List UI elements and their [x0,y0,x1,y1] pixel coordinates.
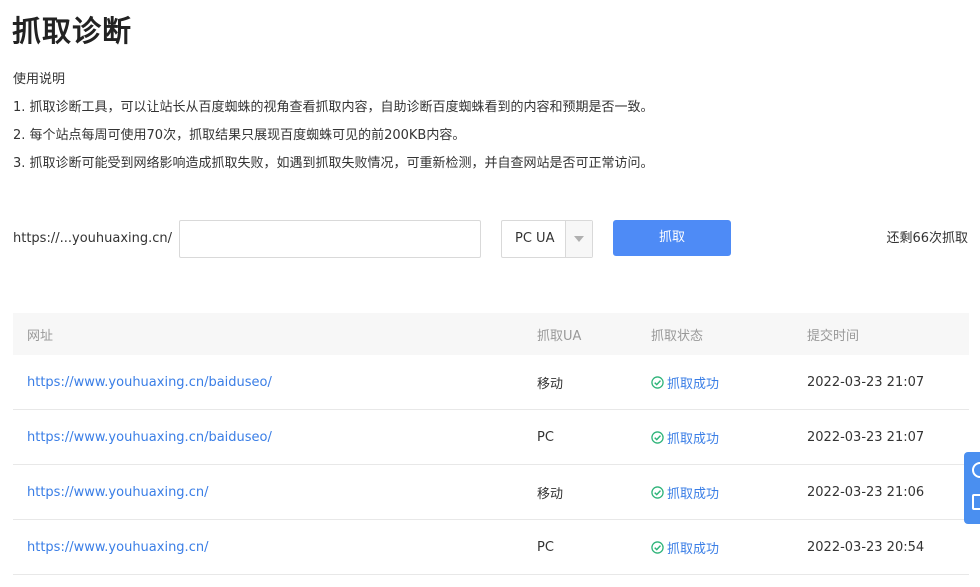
ua-select-value: PC UA [515,231,555,246]
remaining-count: 还剩66次抓取 [886,231,968,246]
url-path-input[interactable] [179,220,481,258]
row-status-text: 抓取成功 [667,486,720,502]
table-row: https://www.youhuaxing.cn/baiduseo/ PC 抓… [13,410,969,465]
fetch-diagnosis-page: 抓取诊断 使用说明 1. 抓取诊断工具，可以让站长从百度蜘蛛的视角查看抓取内容，… [0,0,980,587]
table-row: https://www.youhuaxing.cn/ 移动 抓取成功 2022-… [13,465,969,520]
ua-select[interactable]: PC UA [501,220,593,258]
info-icon[interactable] [972,462,980,478]
row-url-link[interactable]: https://www.youhuaxing.cn/ [27,520,208,574]
instructions-heading: 使用说明 [13,72,66,87]
column-header-ua: 抓取UA [537,328,582,344]
chevron-down-icon[interactable] [565,221,592,257]
row-time: 2022-03-23 21:06 [807,484,925,500]
floating-side-widget[interactable] [964,452,980,524]
row-status-text: 抓取成功 [667,541,720,557]
row-status-link[interactable]: 抓取成功 [651,465,719,519]
row-status-text: 抓取成功 [667,376,720,392]
row-time: 2022-03-23 21:07 [807,429,925,445]
check-circle-icon [651,485,664,499]
fetch-button[interactable]: 抓取 [613,220,731,256]
row-ua: PC [537,429,554,445]
page-title: 抓取诊断 [12,14,133,48]
row-status-link[interactable]: 抓取成功 [651,355,719,409]
column-header-time: 提交时间 [807,328,860,344]
instruction-item: 1. 抓取诊断工具，可以让站长从百度蜘蛛的视角查看抓取内容，自助诊断百度蜘蛛看到… [13,100,654,115]
column-header-status: 抓取状态 [651,328,704,344]
column-header-url: 网址 [27,328,54,344]
feedback-icon[interactable] [972,494,980,510]
fetch-records-table: 网址 抓取UA 抓取状态 提交时间 https://www.youhuaxing… [13,313,969,575]
row-ua: 移动 [537,376,564,392]
table-row: https://www.youhuaxing.cn/baiduseo/ 移动 抓… [13,355,969,410]
row-time: 2022-03-23 21:07 [807,374,925,390]
row-ua: 移动 [537,486,564,502]
fetch-form: https://...youhuaxing.cn/ PC UA 抓取 还剩66次… [13,220,973,258]
row-ua: PC [537,539,554,555]
site-prefix: https://...youhuaxing.cn/ [13,231,173,246]
row-url-link[interactable]: https://www.youhuaxing.cn/baiduseo/ [27,355,272,409]
row-status-link[interactable]: 抓取成功 [651,410,719,464]
instruction-item: 2. 每个站点每周可使用70次，抓取结果只展现百度蜘蛛可见的前200KB内容。 [13,128,466,143]
check-circle-icon [651,430,664,444]
table-row: https://www.youhuaxing.cn/ PC 抓取成功 2022-… [13,520,969,575]
check-circle-icon [651,540,664,554]
usage-instructions: 使用说明 1. 抓取诊断工具，可以让站长从百度蜘蛛的视角查看抓取内容，自助诊断百… [13,66,654,178]
row-time: 2022-03-23 20:54 [807,539,925,555]
row-status-link[interactable]: 抓取成功 [651,520,719,574]
instruction-item: 3. 抓取诊断可能受到网络影响造成抓取失败，如遇到抓取失败情况，可重新检测，并自… [13,156,654,171]
table-header: 网址 抓取UA 抓取状态 提交时间 [13,313,969,355]
row-url-link[interactable]: https://www.youhuaxing.cn/ [27,465,208,519]
check-circle-icon [651,375,664,389]
row-status-text: 抓取成功 [667,431,720,447]
row-url-link[interactable]: https://www.youhuaxing.cn/baiduseo/ [27,410,272,464]
